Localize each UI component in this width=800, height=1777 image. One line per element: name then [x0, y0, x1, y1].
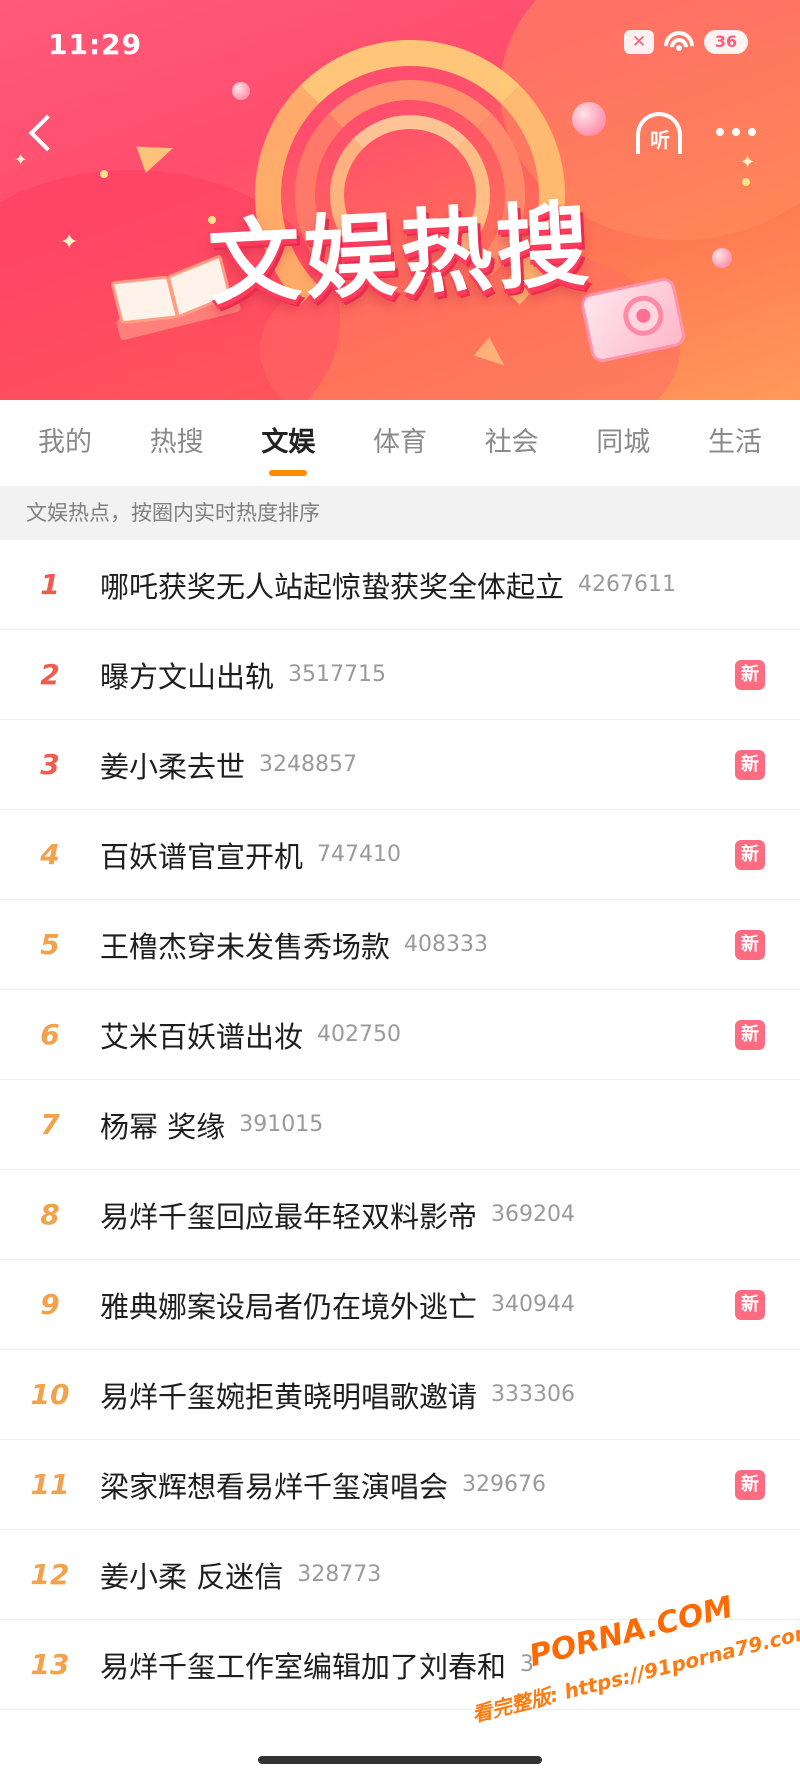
sim-disabled-icon: ✕ [624, 30, 654, 54]
list-item[interactable]: 3 姜小柔去世 3248857 新 [0, 720, 800, 810]
new-badge: 新 [735, 1020, 765, 1050]
item-title: 王橹杰穿未发售秀场款 [100, 929, 391, 964]
decor-ball-icon [232, 82, 250, 100]
new-badge: 新 [735, 930, 765, 960]
heat-count: 333306 [491, 1382, 575, 1407]
item-title: 易烊千玺回应最年轻双料影帝 [100, 1199, 478, 1234]
heat-count: 408333 [404, 932, 488, 957]
heat-count: 329676 [462, 1472, 546, 1497]
rank-number: 13 [30, 1648, 70, 1681]
heat-count: 3248857 [259, 752, 357, 777]
new-badge: 新 [735, 1470, 765, 1500]
header-banner: ✦ ✦ ✦ 文娱热搜 11:29 ✕ 36 听 [0, 0, 800, 400]
tab-local[interactable]: 同城 [588, 400, 658, 486]
category-tabs: 我的 热搜 文娱 体育 社会 同城 生活 [0, 400, 800, 486]
list-item[interactable]: 2 曝方文山出轨 3517715 新 [0, 630, 800, 720]
tab-sports[interactable]: 体育 [365, 400, 435, 486]
tab-mine[interactable]: 我的 [30, 400, 100, 486]
rank-number: 3 [40, 748, 60, 781]
heat-count: 391015 [239, 1112, 324, 1137]
list-item[interactable]: 11 梁家辉想看易烊千玺演唱会 329676 新 [0, 1440, 800, 1530]
heat-count: 3517715 [288, 662, 386, 687]
list-item[interactable]: 10 易烊千玺婉拒黄晓明唱歌邀请 333306 [0, 1350, 800, 1440]
rank-number: 12 [30, 1558, 70, 1591]
decor-ball-icon [572, 102, 606, 136]
item-title: 易烊千玺工作室编辑加了刘春和 [100, 1649, 507, 1684]
heat-count: 4267611 [578, 572, 676, 597]
item-title: 艾米百妖谱出妆 [100, 1019, 304, 1054]
item-title: 百妖谱官宣开机 [100, 839, 304, 874]
tab-society[interactable]: 社会 [477, 400, 547, 486]
new-badge: 新 [735, 750, 765, 780]
new-badge: 新 [735, 660, 765, 690]
item-title: 姜小柔去世 [100, 749, 246, 784]
rank-number: 5 [40, 928, 60, 961]
list-item[interactable]: 5 王橹杰穿未发售秀场款 408333 新 [0, 900, 800, 990]
back-arrow-icon[interactable] [22, 108, 62, 158]
rank-number: 1 [40, 568, 60, 601]
heat-count: 328773 [297, 1562, 382, 1587]
status-time: 11:29 [48, 28, 143, 61]
home-indicator[interactable] [258, 1756, 542, 1764]
rank-number: 4 [40, 838, 60, 871]
list-item[interactable]: 6 艾米百妖谱出妆 402750 新 [0, 990, 800, 1080]
tab-hot-search[interactable]: 热搜 [142, 400, 212, 486]
list-item[interactable]: 7 杨幂 奖缘 391015 [0, 1080, 800, 1170]
tab-life[interactable]: 生活 [700, 400, 770, 486]
list-item[interactable]: 9 雅典娜案设局者仍在境外逃亡 340944 新 [0, 1260, 800, 1350]
item-title: 梁家辉想看易烊千玺演唱会 [100, 1469, 449, 1504]
rank-number: 8 [40, 1198, 60, 1231]
decor-dot-icon [100, 170, 108, 178]
battery-level: 36 [704, 30, 748, 54]
heat-count: 340944 [491, 1292, 575, 1317]
rank-number: 11 [30, 1468, 70, 1501]
heat-count: 747410 [317, 842, 401, 867]
tab-entertainment[interactable]: 文娱 [253, 400, 323, 486]
new-badge: 新 [735, 1290, 765, 1320]
list-item[interactable]: 4 百妖谱官宣开机 747410 新 [0, 810, 800, 900]
list-item[interactable]: 8 易烊千玺回应最年轻双料影帝 369204 [0, 1170, 800, 1260]
item-title: 姜小柔 反迷信 [100, 1559, 284, 1594]
item-title: 雅典娜案设局者仍在境外逃亡 [100, 1289, 478, 1324]
heat-count: 369204 [491, 1202, 575, 1227]
item-title: 杨幂 奖缘 [100, 1109, 226, 1144]
rank-number: 9 [40, 1288, 60, 1321]
listen-button[interactable]: 听 [630, 108, 690, 160]
rank-number: 2 [40, 658, 60, 691]
listen-label: 听 [650, 128, 670, 152]
item-title: 易烊千玺婉拒黄晓明唱歌邀请 [100, 1379, 478, 1414]
rank-number: 6 [40, 1018, 60, 1051]
list-item[interactable]: 1 哪吒获奖无人站起惊蛰获奖全体起立 4267611 [0, 540, 800, 630]
hot-search-list: 1 哪吒获奖无人站起惊蛰获奖全体起立 4267611 2 曝方文山出轨 3517715 新 3… [0, 540, 800, 1710]
rank-number: 7 [40, 1108, 60, 1141]
paper-plane-icon [136, 135, 178, 173]
more-options-icon[interactable] [716, 122, 772, 142]
item-title: 哪吒获奖无人站起惊蛰获奖全体起立 [100, 569, 565, 604]
status-icons: ✕ 36 [624, 24, 748, 68]
list-description: 文娱热点，按圈内实时热度排序 [0, 486, 800, 540]
heat-count: 402750 [317, 1022, 401, 1047]
new-badge: 新 [735, 840, 765, 870]
item-title: 曝方文山出轨 [100, 659, 275, 694]
rank-number: 10 [30, 1378, 70, 1411]
wifi-icon [657, 24, 701, 68]
